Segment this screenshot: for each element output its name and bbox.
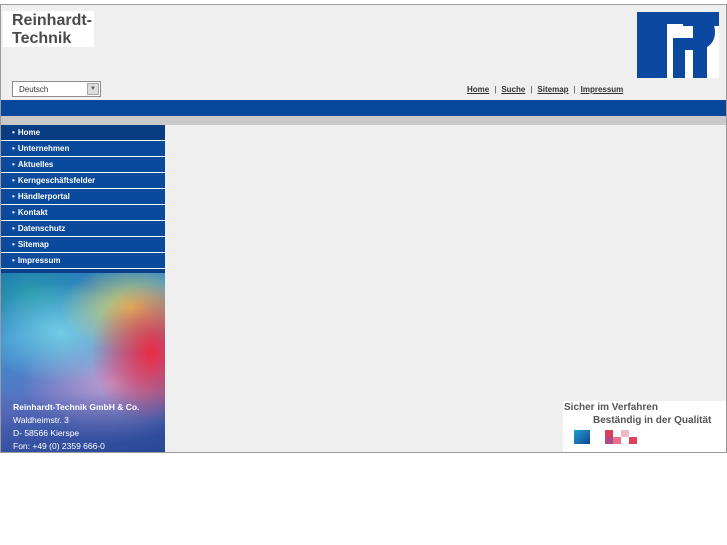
language-select[interactable]: Deutsch ▼ <box>12 81 101 97</box>
company-address: Reinhardt-Technik GmbH & Co. Waldheimstr… <box>13 401 163 452</box>
dropdown-arrow-icon[interactable]: ▼ <box>87 83 99 95</box>
sidebar-item-label: Kontakt <box>17 208 48 217</box>
sidebar-item-label: Kerngeschäftsfelder <box>17 176 96 185</box>
sidebar-item-unternehmen[interactable]: • Unternehmen <box>1 141 165 157</box>
quality-square-icon <box>574 430 590 444</box>
topnav-separator: | <box>494 84 497 94</box>
sidebar-menu: • Home • Unternehmen • Aktuelles • Kerngesch… <box>1 125 165 269</box>
sidebar-item-datenschutz[interactable]: • Datenschutz <box>1 221 165 237</box>
sidebar-item-haendlerportal[interactable]: • Händlerportal <box>1 189 165 205</box>
sidebar-item-label: Datenschutz <box>17 224 66 233</box>
wordmark-line1: Reinhardt- <box>12 12 92 29</box>
topnav-link-suche[interactable]: Suche <box>501 85 525 94</box>
sidebar-item-home[interactable]: • Home <box>1 125 165 141</box>
address-street: Waldheimstr. 3 <box>13 415 69 425</box>
sidebar-item-sitemap[interactable]: • Sitemap <box>1 237 165 253</box>
header-blue-bar <box>1 100 726 116</box>
sidebar-item-aktuelles[interactable]: • Aktuelles <box>1 157 165 173</box>
sidebar-item-kontakt[interactable]: • Kontakt <box>1 205 165 221</box>
header: Reinhardt- Technik Deutsch ▼ Home | Such… <box>1 5 726 100</box>
sidebar-item-label: Unternehmen <box>17 144 70 153</box>
rt-logo-icon[interactable] <box>637 12 719 78</box>
sidebar-item-label: Aktuelles <box>17 160 54 169</box>
slogan-line1: Sicher im Verfahren <box>564 402 658 413</box>
topnav-link-home[interactable]: Home <box>467 85 489 94</box>
topnav-link-sitemap[interactable]: Sitemap <box>537 85 568 94</box>
language-select-value: Deutsch <box>19 84 49 94</box>
slogan-line2: Beständig in der Qualität <box>593 415 712 426</box>
slogan-box: Sicher im Verfahren Beständig in der Qua… <box>563 401 726 452</box>
company-wordmark[interactable]: Reinhardt- Technik <box>3 11 94 47</box>
page-frame: Reinhardt- Technik Deutsch ▼ Home | Such… <box>0 4 727 453</box>
wordmark-line2: Technik <box>12 30 72 47</box>
address-phone: Fon: +49 (0) 2359 666-0 <box>13 441 105 451</box>
sidebar-item-label: Sitemap <box>17 240 49 249</box>
sidebar-item-label: Impressum <box>17 256 61 265</box>
top-navigation: Home | Suche | Sitemap | Impressum <box>467 83 623 95</box>
sidebar-item-label: Händlerportal <box>17 192 70 201</box>
sidebar-item-kerngeschaeftsfelder[interactable]: • Kerngeschäftsfelder <box>1 173 165 189</box>
address-company: Reinhardt-Technik GmbH & Co. <box>13 402 140 412</box>
sidebar-item-label: Home <box>17 128 41 137</box>
address-city: D- 58566 Kierspe <box>13 428 80 438</box>
topnav-separator: | <box>573 84 576 94</box>
sidebar: • Home • Unternehmen • Aktuelles • Kerngesch… <box>1 125 165 452</box>
topnav-link-impressum[interactable]: Impressum <box>581 85 624 94</box>
sidebar-item-impressum[interactable]: • Impressum <box>1 253 165 269</box>
quality-checker-icon <box>605 430 637 444</box>
topnav-separator: | <box>530 84 533 94</box>
header-grey-bar <box>1 116 726 125</box>
